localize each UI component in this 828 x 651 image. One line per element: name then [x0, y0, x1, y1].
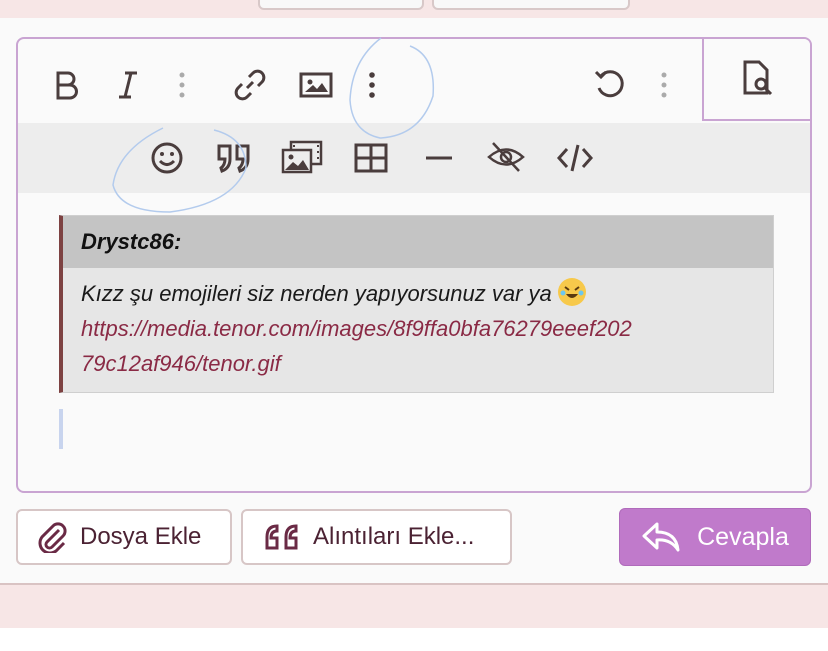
quote-block: Drystc86: Kızz şu emojileri siz nerden y…	[59, 215, 774, 393]
page-bottom	[0, 628, 828, 651]
media-icon	[281, 140, 323, 174]
image-button[interactable]	[296, 65, 336, 105]
attach-file-label: Dosya Ekle	[80, 523, 202, 550]
horizontal-rule-button[interactable]	[420, 139, 458, 177]
bold-button[interactable]	[48, 67, 84, 103]
paperclip-icon	[38, 522, 67, 553]
more-formatting-button[interactable]	[170, 67, 194, 103]
top-tab-right[interactable]	[432, 0, 630, 10]
footer-strip	[0, 585, 828, 628]
preview-button[interactable]	[702, 39, 810, 121]
undo-icon	[594, 70, 624, 98]
undo-button[interactable]	[590, 65, 630, 105]
media-button[interactable]	[280, 137, 324, 177]
bold-icon	[56, 71, 78, 100]
more-options-button[interactable]	[652, 67, 676, 103]
preview-icon	[743, 60, 773, 96]
quote-text: Kızz şu emojileri siz nerden yapıyorsunu…	[81, 281, 552, 306]
attach-file-button[interactable]: Dosya Ekle	[16, 509, 232, 565]
quote-marks-icon	[265, 524, 298, 550]
quote-icon	[217, 144, 250, 173]
quote-button[interactable]	[214, 139, 254, 177]
text-caret	[59, 409, 63, 449]
code-icon	[556, 144, 594, 172]
hide-icon	[487, 142, 525, 172]
hide-content-button[interactable]	[484, 137, 528, 177]
insert-quotes-label: Alıntıları Ekle...	[313, 523, 475, 550]
more-vertical-icon	[661, 72, 667, 98]
insert-quotes-button[interactable]: Alıntıları Ekle...	[241, 509, 512, 565]
emoji-button[interactable]	[148, 139, 186, 177]
rich-text-editor[interactable]: Drystc86: Kızz şu emojileri siz nerden y…	[16, 37, 812, 493]
reply-button[interactable]: Cevapla	[619, 508, 811, 566]
rolling-laughing-emoji-icon	[557, 278, 586, 307]
more-insert-button[interactable]	[360, 67, 384, 103]
top-tabs	[0, 0, 828, 20]
code-button[interactable]	[554, 139, 596, 177]
reply-label: Cevapla	[697, 522, 789, 551]
quote-link-line-1[interactable]: https://media.tenor.com/images/8f9ffa0bf…	[81, 311, 755, 346]
quote-author: Drystc86:	[63, 216, 773, 268]
toolbar-main	[18, 39, 702, 123]
italic-icon	[119, 71, 137, 99]
quote-link-line-2[interactable]: 79c12af946/tenor.gif	[81, 346, 755, 381]
image-icon	[299, 72, 333, 98]
table-icon	[354, 143, 388, 173]
link-icon	[234, 69, 266, 101]
italic-button[interactable]	[110, 67, 146, 103]
top-tab-left[interactable]	[258, 0, 424, 10]
toolbar-secondary	[18, 123, 810, 193]
more-vertical-icon	[369, 72, 375, 98]
emoji-icon	[151, 142, 183, 174]
more-vertical-icon	[179, 72, 185, 98]
table-button[interactable]	[352, 139, 390, 177]
horizontal-rule-icon	[426, 156, 452, 160]
link-button[interactable]	[230, 65, 270, 105]
quote-content: Kızz şu emojileri siz nerden yapıyorsunu…	[63, 268, 773, 381]
reply-arrow-icon	[642, 522, 680, 552]
